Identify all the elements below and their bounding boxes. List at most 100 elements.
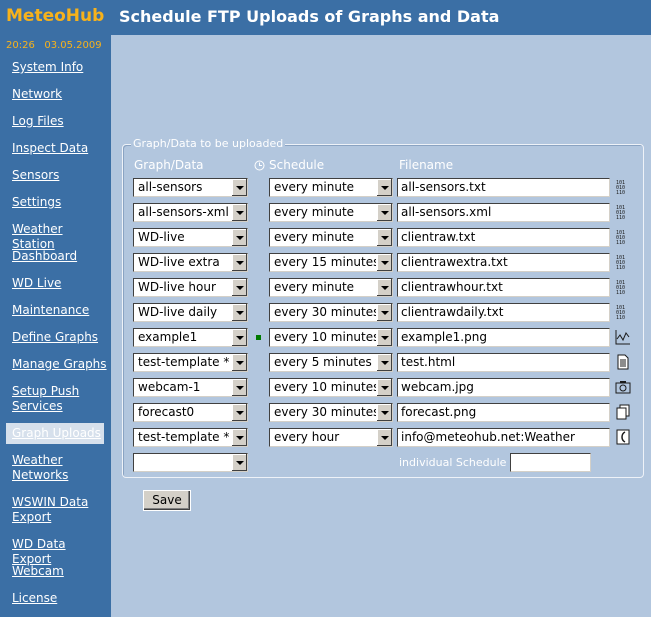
column-header-schedule: Schedule bbox=[269, 158, 325, 172]
graph-select-value: WD-live extra bbox=[138, 255, 220, 269]
graph-select[interactable]: all-sensors-xml bbox=[133, 203, 248, 222]
schedule-select-value: every hour bbox=[274, 430, 340, 444]
svg-text:110: 110 bbox=[616, 240, 625, 245]
schedule-select[interactable]: every 10 minutes bbox=[269, 378, 393, 397]
graph-select-value: example1 bbox=[138, 330, 198, 344]
schedule-select-value: every 10 minutes bbox=[274, 330, 380, 344]
chevron-down-icon bbox=[231, 429, 247, 446]
chevron-down-icon bbox=[376, 404, 392, 421]
graph-select[interactable]: test-template * bbox=[133, 428, 248, 447]
sidebar-item-system-info[interactable]: System Info bbox=[12, 60, 108, 75]
save-button[interactable]: Save bbox=[143, 490, 191, 511]
schedule-select-value: every minute bbox=[274, 230, 355, 244]
sidebar-item-wswin-data-export[interactable]: WSWIN Data Export bbox=[12, 495, 108, 525]
graph-select[interactable]: WD-live bbox=[133, 228, 248, 247]
graph-select[interactable]: WD-live daily bbox=[133, 303, 248, 322]
chevron-down-icon bbox=[376, 204, 392, 221]
schedule-select[interactable]: every minute bbox=[269, 278, 393, 297]
data-file-icon[interactable]: 101 010 110 bbox=[615, 254, 631, 271]
data-file-icon[interactable]: 101 010 110 bbox=[615, 179, 631, 196]
page-title: Schedule FTP Uploads of Graphs and Data bbox=[119, 7, 500, 26]
schedule-select[interactable]: every 30 minutes bbox=[269, 403, 393, 422]
graph-select[interactable]: test-template * bbox=[133, 353, 248, 372]
schedule-select[interactable]: every minute bbox=[269, 203, 393, 222]
filename-input[interactable]: clientrawextra.txt bbox=[397, 253, 610, 272]
fieldset-legend: Graph/Data to be uploaded bbox=[131, 137, 286, 150]
sidebar-item-wd-live[interactable]: WD Live bbox=[12, 276, 108, 291]
schedule-select-value: every 10 minutes bbox=[274, 380, 380, 394]
graph-select-value: WD-live daily bbox=[138, 305, 218, 319]
filename-input[interactable]: info@meteohub.net:Weather bbox=[397, 428, 610, 447]
chevron-down-icon bbox=[376, 429, 392, 446]
sidebar-item-define-graphs[interactable]: Define Graphs bbox=[12, 330, 108, 345]
graph-select-value: WD-live hour bbox=[138, 280, 216, 294]
graph-select-value: test-template * bbox=[138, 355, 230, 369]
graph-select-new[interactable] bbox=[133, 453, 248, 472]
sidebar-item-settings[interactable]: Settings bbox=[12, 195, 108, 210]
schedule-select-value: every minute bbox=[274, 280, 355, 294]
data-file-icon[interactable]: 101 010 110 bbox=[615, 204, 631, 221]
graph-select[interactable]: WD-live hour bbox=[133, 278, 248, 297]
graph-select[interactable]: example1 bbox=[133, 328, 248, 347]
sidebar-item-setup-push-services[interactable]: Setup Push Services bbox=[12, 384, 108, 414]
chevron-down-icon bbox=[231, 379, 247, 396]
filename-input[interactable]: clientraw.txt bbox=[397, 228, 610, 247]
sidebar-item-sensors[interactable]: Sensors bbox=[12, 168, 108, 183]
sidebar-item-dashboard[interactable]: Dashboard bbox=[12, 249, 108, 264]
svg-text:110: 110 bbox=[616, 290, 625, 295]
camera-icon[interactable] bbox=[615, 379, 631, 395]
chevron-down-icon bbox=[231, 254, 247, 271]
sidebar-item-maintenance[interactable]: Maintenance bbox=[12, 303, 108, 318]
schedule-select[interactable]: every 10 minutes bbox=[269, 328, 393, 347]
data-file-icon[interactable]: 101 010 110 bbox=[615, 304, 631, 321]
filename-input[interactable]: forecast.png bbox=[397, 403, 610, 422]
graph-select-value: webcam-1 bbox=[138, 380, 201, 394]
filename-input[interactable]: clientrawdaily.txt bbox=[397, 303, 610, 322]
sidebar-item-weather-station[interactable]: Weather Station bbox=[12, 222, 108, 252]
chevron-down-icon bbox=[376, 379, 392, 396]
schedule-select[interactable]: every minute bbox=[269, 228, 393, 247]
graph-select[interactable]: WD-live extra bbox=[133, 253, 248, 272]
schedule-select[interactable]: every 15 minutes bbox=[269, 253, 393, 272]
data-file-icon[interactable]: 101 010 110 bbox=[615, 279, 631, 296]
document-icon[interactable] bbox=[615, 354, 631, 370]
schedule-select[interactable]: every hour bbox=[269, 428, 393, 447]
sidebar-item-graph-uploads[interactable]: Graph Uploads bbox=[6, 423, 104, 444]
sidebar-item-wd-data-export[interactable]: WD Data Export bbox=[12, 537, 108, 567]
schedule-select[interactable]: every minute bbox=[269, 178, 393, 197]
sidebar-item-license[interactable]: License bbox=[12, 591, 108, 606]
filename-input[interactable]: all-sensors.xml bbox=[397, 203, 610, 222]
sidebar-item-webcam[interactable]: Webcam bbox=[12, 564, 108, 579]
graph-select[interactable]: all-sensors bbox=[133, 178, 248, 197]
graph-select-value: test-template * bbox=[138, 430, 230, 444]
datetime: 20:26 03.05.2009 bbox=[6, 40, 102, 51]
filename-input[interactable]: webcam.jpg bbox=[397, 378, 610, 397]
svg-text:110: 110 bbox=[616, 215, 625, 220]
graph-select[interactable]: forecast0 bbox=[133, 403, 248, 422]
chevron-down-icon bbox=[231, 404, 247, 421]
filename-input[interactable]: test.html bbox=[397, 353, 610, 372]
filename-input[interactable]: clientrawhour.txt bbox=[397, 278, 610, 297]
sidebar-item-log-files[interactable]: Log Files bbox=[12, 114, 108, 129]
chevron-down-icon bbox=[231, 229, 247, 246]
chevron-down-icon bbox=[376, 229, 392, 246]
clock-icon bbox=[254, 160, 265, 171]
graph-select[interactable]: webcam-1 bbox=[133, 378, 248, 397]
chevron-down-icon bbox=[231, 279, 247, 296]
schedule-select[interactable]: every 5 minutes bbox=[269, 353, 393, 372]
schedule-select[interactable]: every 30 minutes bbox=[269, 303, 393, 322]
graph-select-value: all-sensors bbox=[138, 180, 203, 194]
graph-icon[interactable] bbox=[615, 329, 631, 345]
twitter-icon[interactable] bbox=[615, 429, 631, 445]
sidebar-item-inspect-data[interactable]: Inspect Data bbox=[12, 141, 108, 156]
individual-schedule-input[interactable] bbox=[510, 453, 591, 472]
schedule-select-value: every 30 minutes bbox=[274, 305, 380, 319]
sidebar-item-weather-networks[interactable]: Weather Networks bbox=[12, 453, 108, 483]
filename-input[interactable]: example1.png bbox=[397, 328, 610, 347]
data-file-icon[interactable]: 101 010 110 bbox=[615, 229, 631, 246]
sidebar-item-network[interactable]: Network bbox=[12, 87, 108, 102]
sidebar-item-manage-graphs[interactable]: Manage Graphs bbox=[12, 357, 108, 372]
copy-icon[interactable] bbox=[615, 404, 631, 420]
filename-input[interactable]: all-sensors.txt bbox=[397, 178, 610, 197]
schedule-select-value: every 5 minutes bbox=[274, 355, 372, 369]
